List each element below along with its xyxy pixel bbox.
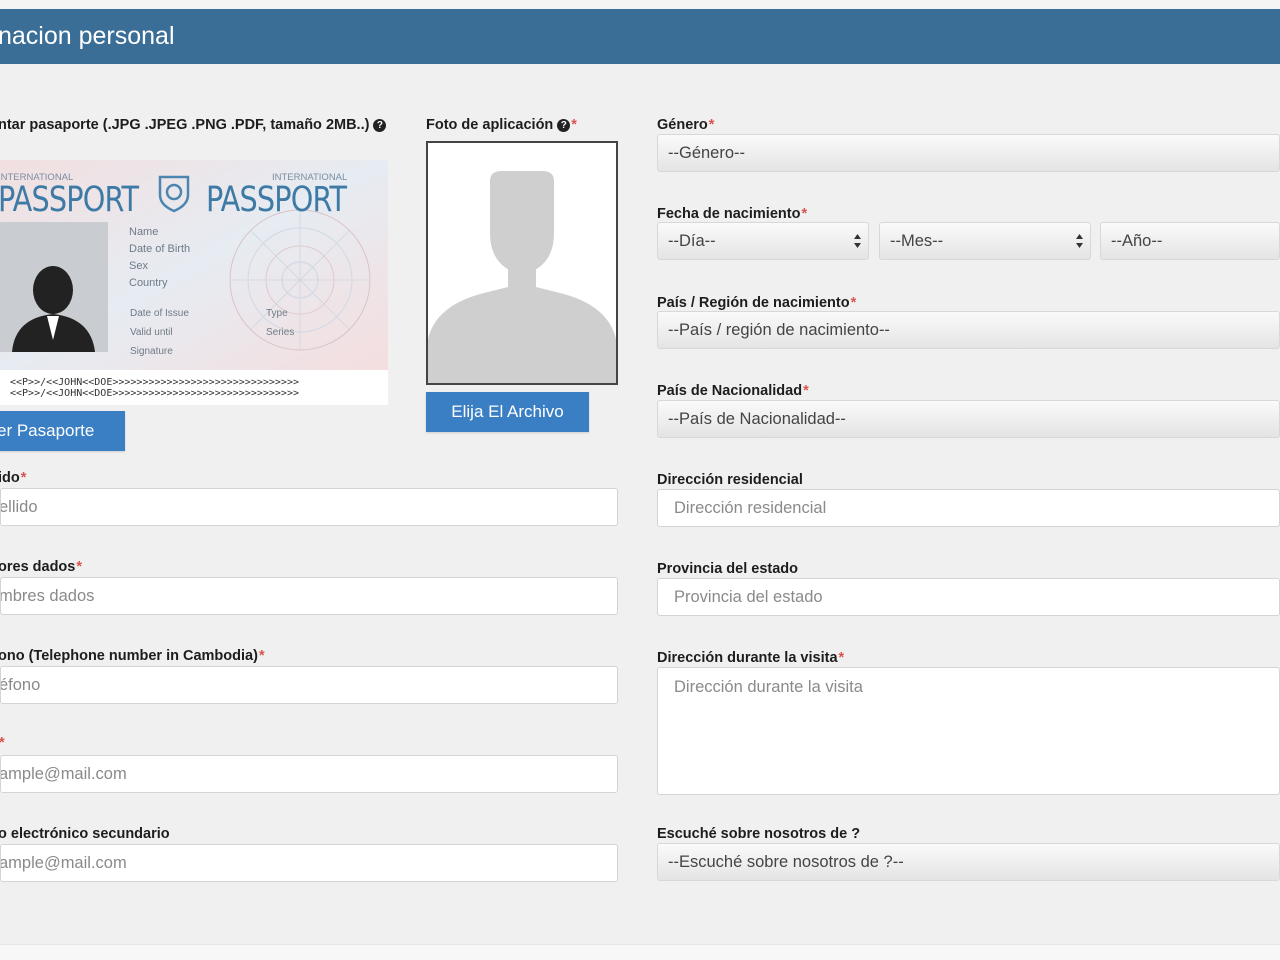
province-label: Provincia del estado [657, 561, 799, 577]
section-header: nacion personal [0, 9, 1280, 64]
footer-divider [0, 944, 1280, 960]
top-strip [0, 0, 1280, 9]
passport-fields-top: Name Date of Birth Sex Country [129, 226, 191, 289]
heard-about-label: Escuché sobre nosotros de ? [657, 826, 861, 842]
select-arrows-icon [1076, 234, 1083, 248]
help-icon[interactable]: ? [557, 119, 571, 132]
gender-select[interactable]: --Género-- [657, 134, 1280, 172]
email-input[interactable]: ample@mail.com [0, 755, 618, 793]
residential-address-input[interactable]: Dirección residencial [657, 489, 1280, 527]
province-input[interactable]: Provincia del estado [657, 578, 1280, 616]
birth-country-label: País / Región de nacimiento* [657, 295, 857, 311]
passport-upload-label: ntar pasaporte (.JPG .JPEG .PNG .PDF, ta… [0, 116, 387, 134]
dob-label: Fecha de nacimiento* [657, 206, 808, 222]
passport-mrz: <<P>>/<<JOHN<<DOE>>>>>>>>>>>>>>>>>>>>>>>… [10, 377, 299, 399]
residential-address-label: Dirección residencial [657, 472, 803, 488]
app-photo-label: Foto de aplicación? * [426, 117, 577, 133]
dob-year-select[interactable]: --Año-- [1100, 222, 1280, 260]
upload-passport-button[interactable]: er Pasaporte [0, 411, 125, 451]
given-names-input[interactable]: mbres dados [0, 577, 618, 615]
nationality-label: País de Nacionalidad* [657, 383, 809, 399]
passport-brand-right: PASSPORT [206, 180, 347, 220]
nationality-select[interactable]: --País de Nacionalidad-- [657, 400, 1280, 438]
heard-about-select[interactable]: --Escuché sobre nosotros de ?-- [657, 843, 1280, 881]
passport-fields-bottom-right: Type Series [266, 308, 295, 338]
help-icon[interactable]: ? [373, 119, 387, 132]
given-names-label: ores dados* [0, 559, 83, 575]
secondary-email-input[interactable]: ample@mail.com [0, 844, 618, 882]
surname-input[interactable]: ellido [0, 488, 618, 526]
phone-input[interactable]: éfono [0, 666, 618, 704]
dob-day-select[interactable]: --Día-- [657, 222, 869, 260]
secondary-email-label: o electrónico secundario [0, 826, 170, 842]
select-arrows-icon [854, 234, 861, 248]
passport-brand-left: PASSPORT [0, 180, 139, 220]
section-title: nacion personal [0, 22, 175, 50]
email-label: * [0, 734, 5, 752]
visit-address-textarea[interactable]: Dirección durante la visita [657, 667, 1280, 795]
surname-label: ido* [0, 470, 27, 486]
avatar-placeholder-icon [428, 143, 616, 383]
passport-sample-image: INTERNATIONAL PASSPORT INTERNATIONAL PAS… [0, 160, 388, 405]
app-photo-preview [426, 141, 618, 385]
visit-address-label: Dirección durante la visita* [657, 650, 845, 666]
dob-month-select[interactable]: --Mes-- [879, 222, 1091, 260]
birth-country-select[interactable]: --País / región de nacimiento-- [657, 311, 1280, 349]
phone-label: ono (Telephone number in Cambodia)* [0, 648, 265, 664]
choose-file-button[interactable]: Elija El Archivo [426, 392, 589, 432]
passport-fields-bottom-left: Date of Issue Valid until Signature [130, 308, 189, 357]
gender-label: Género* [657, 117, 715, 133]
